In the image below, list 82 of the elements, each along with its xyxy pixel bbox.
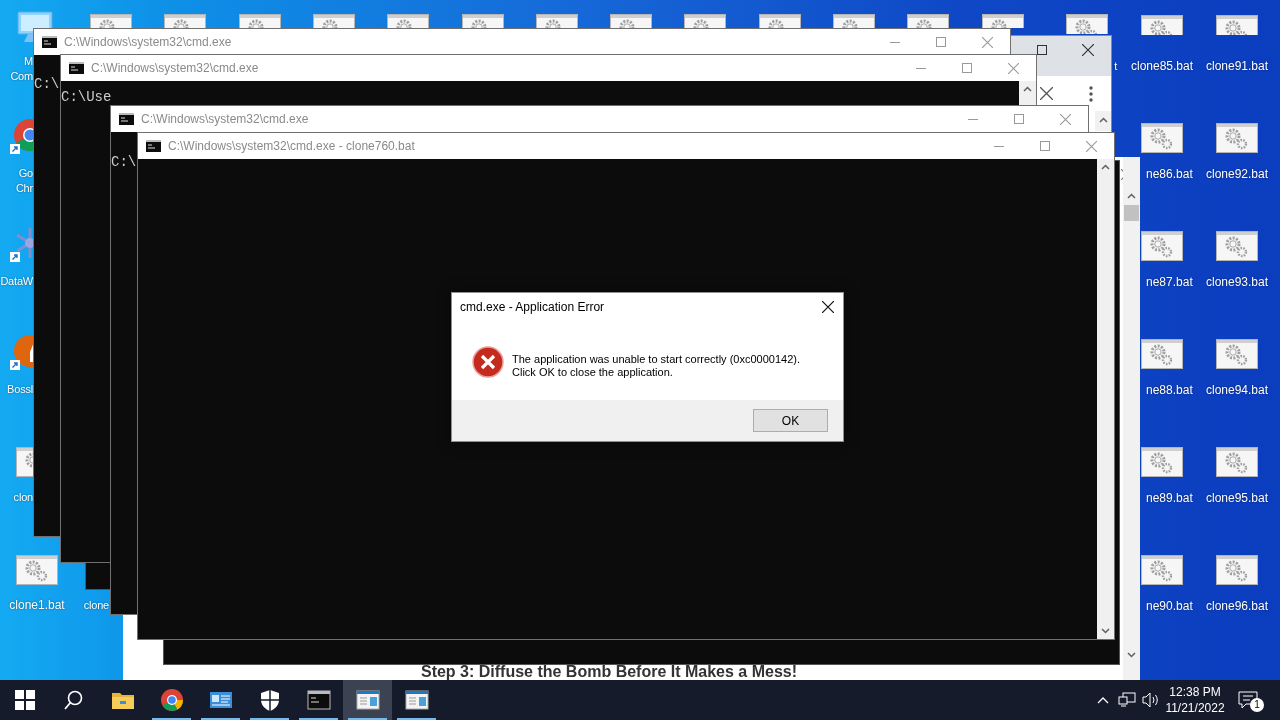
console-icon: [119, 113, 134, 125]
scroll-thumb[interactable]: [1124, 205, 1139, 221]
page-heading: Step 3: Diffuse the Bomb Before It Makes a Mess!: [420, 663, 798, 680]
console-text: C:\Use: [61, 89, 112, 105]
scroll-up-icon: [1101, 164, 1110, 170]
error-message: The application was unable to start correctly (0xc0000142). Click OK to close the application.: [512, 352, 800, 379]
gears-icon[interactable]: [684, 14, 726, 28]
console-text: C:\: [34, 76, 60, 92]
gears-icon[interactable]: [1141, 339, 1183, 369]
icon-label[interactable]: clone94.bat: [1192, 383, 1280, 398]
error-icon: [472, 346, 504, 378]
gears-icon[interactable]: [1216, 123, 1258, 153]
gears-icon[interactable]: [610, 14, 652, 28]
scroll-up-icon: [1023, 86, 1032, 92]
icon-label[interactable]: ne89.bat: [1146, 491, 1193, 506]
window-title: C:\Windows\system32\cmd.exe - clone760.bat: [168, 139, 416, 153]
ok-button[interactable]: OK: [753, 409, 828, 432]
more-icon[interactable]: [1089, 85, 1093, 102]
windows-logo-icon: [12, 688, 37, 712]
console-icon: [69, 62, 84, 74]
maximize-icon: [1014, 114, 1024, 124]
gears-icon[interactable]: [90, 14, 132, 28]
icon-label[interactable]: clone95.bat: [1192, 491, 1280, 506]
console-icon: [306, 688, 331, 712]
gears-icon[interactable]: [1216, 339, 1258, 369]
window-icon: [355, 688, 380, 712]
app-icon[interactable]: [10, 334, 33, 372]
gears-icon[interactable]: [16, 447, 33, 477]
gears-icon[interactable]: [164, 14, 206, 28]
icon-label[interactable]: clone92.bat: [1192, 167, 1280, 182]
gears-icon[interactable]: [1141, 15, 1183, 35]
icon-label[interactable]: t: [1114, 59, 1117, 74]
maximize-icon: [1040, 141, 1050, 151]
icon-label[interactable]: clone96.bat: [1192, 599, 1280, 614]
gears-icon[interactable]: [1141, 231, 1183, 261]
asterisk-icon[interactable]: [10, 226, 33, 264]
gears-icon[interactable]: [536, 14, 578, 28]
icon-label[interactable]: ne86.bat: [1146, 167, 1193, 182]
volume-icon[interactable]: [1142, 692, 1160, 708]
window-icon: [404, 688, 429, 712]
maximize-icon: [1037, 45, 1047, 55]
caret-up-icon[interactable]: [1097, 696, 1109, 704]
gears-icon[interactable]: [907, 14, 949, 28]
window-title: C:\Windows\system32\cmd.exe: [91, 61, 260, 75]
scroll-up-icon: [1127, 193, 1136, 199]
console-icon: [42, 36, 57, 48]
maximize-icon: [936, 37, 946, 47]
gears-icon[interactable]: [982, 14, 1024, 28]
taskbar-button[interactable]: [343, 680, 392, 720]
icon-label[interactable]: ne87.bat: [1146, 275, 1193, 290]
notification-button[interactable]: 1: [1227, 680, 1269, 720]
browser-icon: [159, 688, 184, 712]
gears-icon[interactable]: [759, 14, 801, 28]
gears-icon[interactable]: [1216, 555, 1258, 585]
gears-icon[interactable]: [462, 14, 504, 28]
gears-icon[interactable]: [1216, 231, 1258, 261]
window-title: C:\Windows\system32\cmd.exe: [64, 35, 233, 49]
window-title: C:\Windows\system32\cmd.exe: [141, 112, 310, 126]
gears-icon[interactable]: [833, 14, 875, 28]
icon-label[interactable]: ne88.bat: [1146, 383, 1193, 398]
gears-icon[interactable]: [1216, 447, 1258, 477]
notification-icon: [1238, 691, 1258, 709]
gears-icon[interactable]: [313, 14, 355, 28]
maximize-icon: [962, 63, 972, 73]
gears-icon[interactable]: [1141, 555, 1183, 585]
network-icon[interactable]: [1118, 692, 1136, 708]
gears-icon[interactable]: [16, 555, 58, 585]
icon-label[interactable]: clone93.bat: [1192, 275, 1280, 290]
scroll-down-icon: [1101, 628, 1110, 634]
dialog-title: cmd.exe - Application Error: [460, 300, 605, 314]
console-text: C:\: [111, 154, 137, 170]
gears-icon[interactable]: [239, 14, 281, 28]
gears-icon[interactable]: [1216, 15, 1258, 35]
gears-icon[interactable]: [1141, 447, 1183, 477]
gears-icon[interactable]: [1141, 123, 1183, 153]
scroll-down-icon: [1127, 652, 1136, 658]
icon-label[interactable]: ne90.bat: [1146, 599, 1193, 614]
console-icon: [146, 140, 161, 152]
gears-icon[interactable]: [387, 14, 429, 28]
notification-badge: 1: [1250, 698, 1264, 712]
scroll-up-icon: [1098, 117, 1108, 123]
clock[interactable]: 12:38 PM 11/21/2022: [1163, 684, 1227, 716]
